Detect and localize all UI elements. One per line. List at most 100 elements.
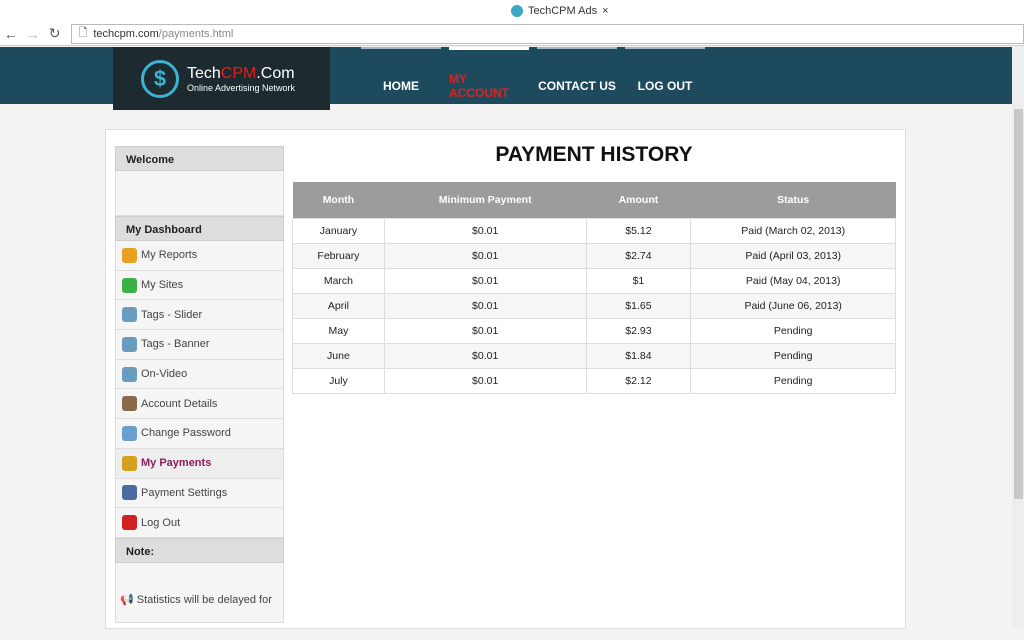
payment-settings-icon bbox=[122, 485, 137, 501]
table-cell: $0.01 bbox=[383, 217, 587, 244]
sidebar-item-account-details[interactable]: Account Details bbox=[115, 389, 284, 420]
table-cell: $0.01 bbox=[383, 342, 587, 369]
sidebar-item-payment-settings[interactable]: Payment Settings bbox=[115, 478, 284, 509]
sidebar-item-log-out[interactable]: Log Out bbox=[115, 508, 284, 538]
logo-text-cpm: CPM bbox=[220, 64, 257, 82]
note-box: 📢 Statistics will be delayed for bbox=[115, 562, 284, 623]
table-cell: May bbox=[292, 317, 385, 344]
sidebar-item-label: Payment Settings bbox=[141, 486, 228, 499]
table-row: March $0.01 $1 Paid (May 04, 2013) bbox=[292, 267, 896, 294]
table-cell: $2.74 bbox=[585, 242, 692, 269]
note-text: Statistics will be delayed for bbox=[136, 593, 272, 606]
table-cell: Paid (March 02, 2013) bbox=[690, 217, 896, 244]
nav-my-account[interactable]: MY ACCOUNT bbox=[449, 47, 529, 104]
sidebar-item-label: Log Out bbox=[141, 516, 181, 529]
sidebar-item-sites[interactable]: My Sites bbox=[115, 270, 284, 301]
sidebar-item-tags-slider[interactable]: Tags - Slider bbox=[115, 300, 284, 331]
table-row: July $0.01 $2.12 Pending bbox=[292, 367, 896, 394]
table-cell: $0.01 bbox=[383, 367, 587, 394]
table-cell: January bbox=[292, 217, 385, 244]
site-header: $ TechCPM.Com Online Advertising Network… bbox=[0, 47, 1024, 110]
table-cell: $0.01 bbox=[383, 242, 587, 269]
gear-icon bbox=[122, 366, 137, 382]
table-cell: $0.01 bbox=[383, 317, 587, 344]
browser-tab[interactable]: TechCPM Ads × bbox=[485, 0, 610, 22]
table-row: June $0.01 $1.84 Pending bbox=[292, 342, 896, 369]
sidebar-item-label: Tags - Slider bbox=[141, 308, 203, 321]
dashboard-heading: My Dashboard bbox=[115, 216, 284, 241]
username-area bbox=[115, 171, 284, 216]
logo[interactable]: $ TechCPM.Com Online Advertising Network bbox=[113, 47, 330, 110]
nav-log-out[interactable]: LOG OUT bbox=[625, 47, 705, 104]
back-icon[interactable]: ← bbox=[0, 26, 22, 42]
content-panel: Welcome My Dashboard My Reports My Sites T… bbox=[105, 129, 906, 629]
table-cell: June bbox=[292, 342, 385, 369]
column-header[interactable]: Status bbox=[690, 182, 896, 218]
sidebar-item-change-password[interactable]: Change Password bbox=[115, 419, 284, 449]
sidebar-item-label: Tags - Banner bbox=[141, 338, 210, 351]
column-header[interactable]: Month bbox=[292, 182, 385, 218]
sidebar-item-on-video[interactable]: On-Video bbox=[115, 359, 284, 390]
payment-table: Month Minimum Payment Amount Status January… bbox=[292, 182, 896, 394]
url-host: techcpm.com bbox=[93, 27, 159, 40]
sidebar: Welcome My Dashboard My Reports My Sites T… bbox=[115, 146, 284, 623]
sidebar-item-label: Account Details bbox=[141, 397, 218, 410]
sidebar-item-payments[interactable]: My Payments bbox=[115, 448, 284, 479]
table-cell: Pending bbox=[690, 317, 896, 344]
lock-icon bbox=[122, 425, 137, 441]
table-cell: Paid (April 03, 2013) bbox=[690, 242, 896, 269]
url-path: /payments.html bbox=[158, 27, 234, 40]
scrollbar-thumb[interactable] bbox=[1014, 109, 1023, 499]
sidebar-item-label: My Reports bbox=[141, 249, 198, 262]
table-cell: February bbox=[292, 242, 385, 269]
address-bar: ← → ↻ 🗋 techcpm.com/payments.html bbox=[0, 22, 1024, 46]
note-heading: Note: bbox=[115, 537, 284, 563]
coins-icon bbox=[122, 455, 137, 471]
tab-title: TechCPM Ads bbox=[528, 5, 598, 17]
sidebar-item-tags-banner[interactable]: Tags - Banner bbox=[115, 330, 284, 360]
forward-icon[interactable]: → bbox=[22, 26, 44, 42]
logo-text: Tech bbox=[187, 64, 221, 82]
table-row: May $0.01 $2.93 Pending bbox=[292, 317, 896, 344]
table-cell: $1.65 bbox=[585, 292, 692, 319]
table-cell: April bbox=[292, 292, 385, 319]
sidebar-item-label: My Sites bbox=[141, 279, 184, 292]
nav-contact-us[interactable]: CONTACT US bbox=[537, 47, 617, 104]
table-cell: $2.93 bbox=[585, 317, 692, 344]
user-icon bbox=[122, 396, 137, 412]
url-input[interactable]: 🗋 techcpm.com/payments.html bbox=[71, 23, 1024, 44]
table-cell: Paid (June 06, 2013) bbox=[690, 292, 896, 319]
logo-tagline: Online Advertising Network bbox=[187, 82, 296, 93]
close-tab-icon[interactable]: × bbox=[602, 5, 608, 17]
table-cell: $1 bbox=[585, 267, 692, 294]
sidebar-item-label: Change Password bbox=[141, 427, 231, 440]
page-title: PAYMENT HISTORY bbox=[495, 143, 693, 166]
sidebar-item-label: My Payments bbox=[141, 457, 212, 470]
table-cell: $5.12 bbox=[585, 217, 692, 244]
power-icon bbox=[122, 515, 137, 531]
page-icon: 🗋 bbox=[78, 27, 88, 39]
sidebar-item-label: On-Video bbox=[141, 368, 188, 381]
sidebar-item-reports[interactable]: My Reports bbox=[115, 241, 284, 271]
add-site-icon bbox=[122, 277, 137, 293]
browser-tab-bar: TechCPM Ads × bbox=[0, 0, 1024, 22]
dollar-logo-icon: $ bbox=[141, 59, 179, 98]
megaphone-icon: 📢 bbox=[120, 593, 134, 606]
scrollbar[interactable] bbox=[1012, 47, 1024, 627]
table-cell: Pending bbox=[690, 342, 896, 369]
table-cell: Pending bbox=[690, 367, 896, 394]
column-header[interactable]: Minimum Payment bbox=[384, 182, 587, 218]
table-cell: July bbox=[292, 367, 385, 394]
table-row: April $0.01 $1.65 Paid (June 06, 2013) bbox=[292, 292, 896, 319]
favicon-icon bbox=[511, 5, 523, 17]
table-cell: $1.84 bbox=[585, 342, 692, 369]
table-row: February $0.01 $2.74 Paid (April 03, 2013) bbox=[292, 242, 896, 269]
column-header[interactable]: Amount bbox=[586, 182, 691, 218]
bar-chart-icon bbox=[122, 247, 137, 263]
reload-icon[interactable]: ↻ bbox=[44, 25, 66, 42]
nav-home[interactable]: HOME bbox=[361, 47, 441, 104]
table-row: January $0.01 $5.12 Paid (March 02, 2013) bbox=[292, 217, 896, 244]
gear-icon bbox=[122, 336, 137, 352]
table-cell: $0.01 bbox=[383, 267, 587, 294]
logo-text-com: .Com bbox=[256, 64, 295, 82]
